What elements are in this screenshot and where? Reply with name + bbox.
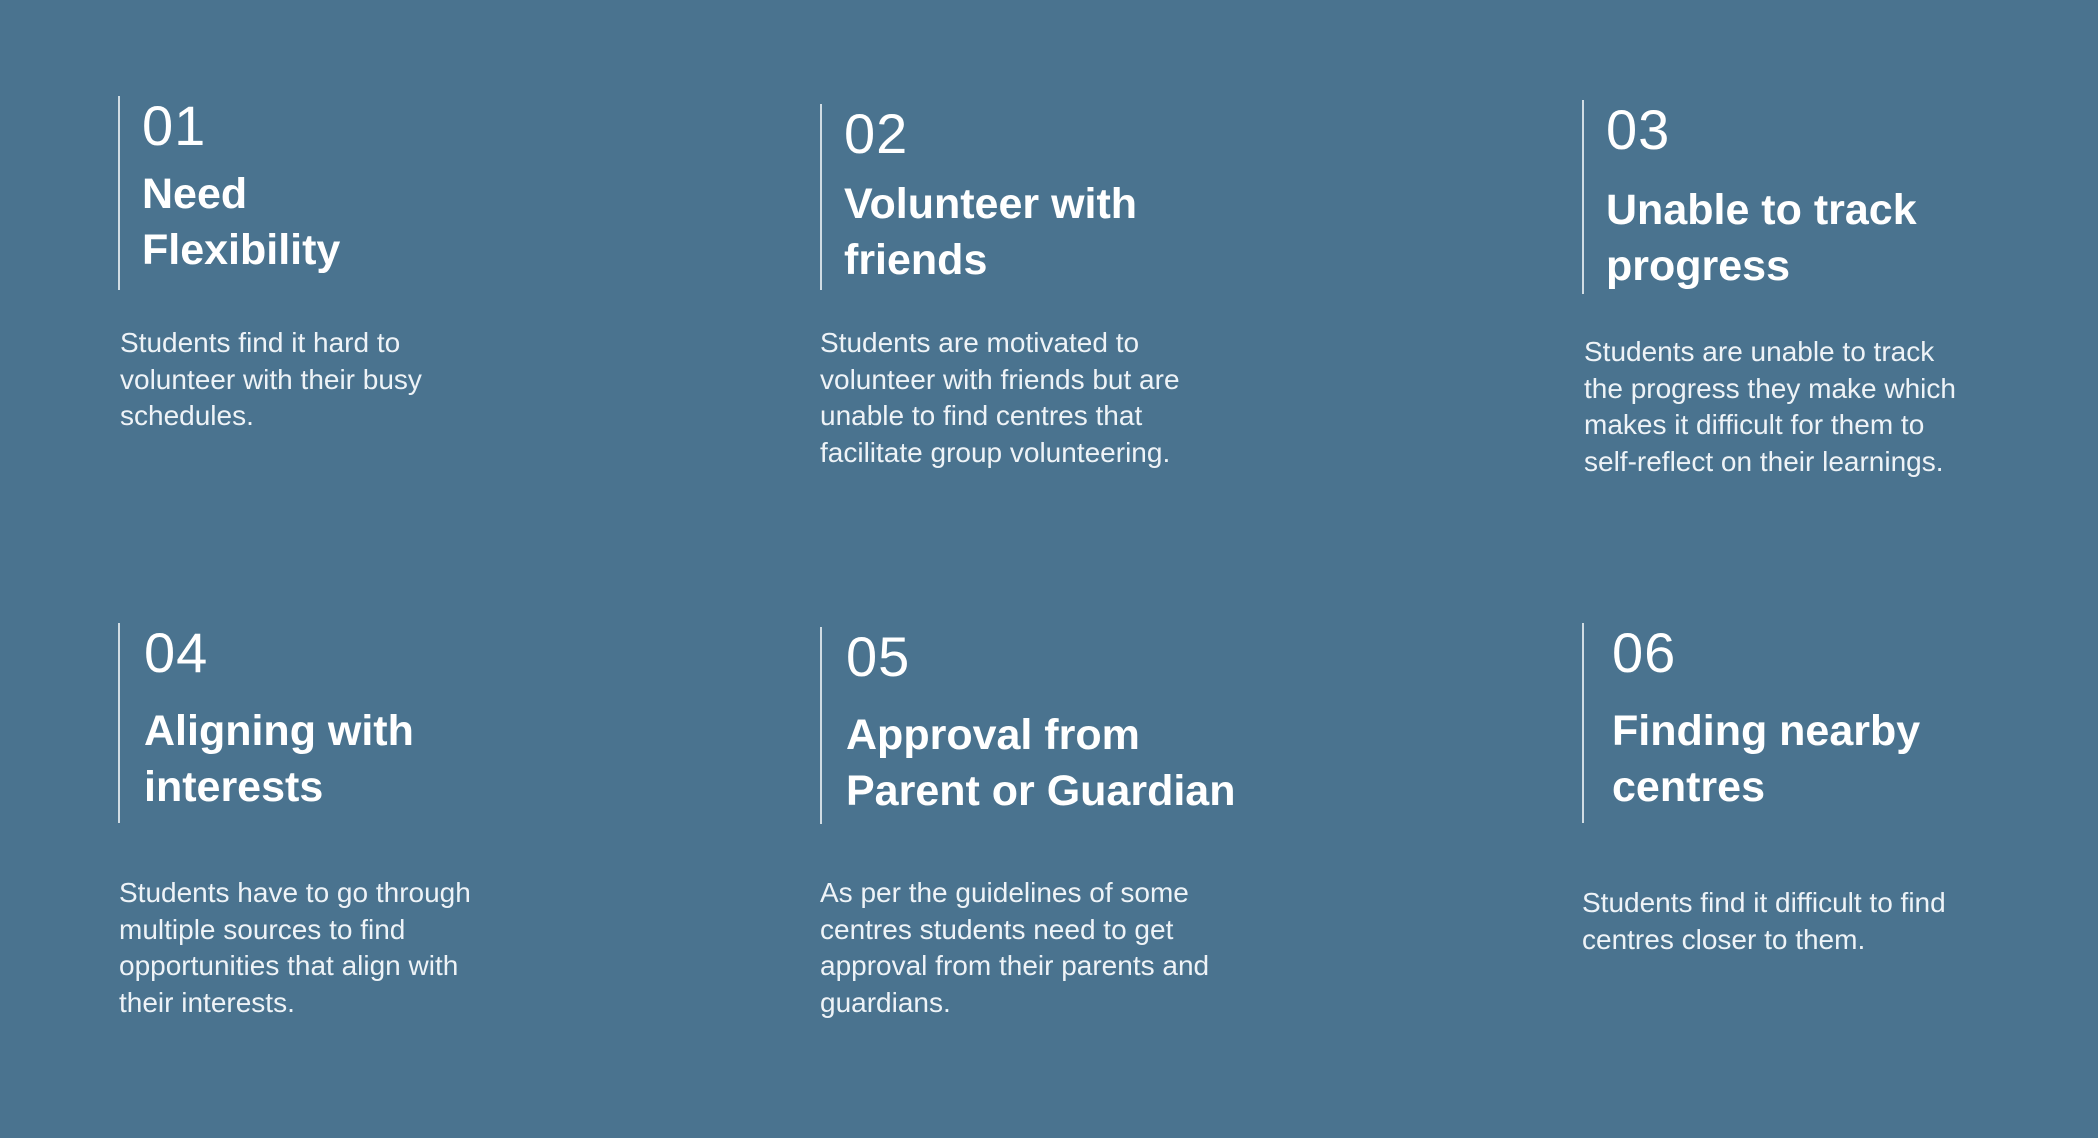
card-number: 06 (1612, 621, 1677, 684)
card-number: 02 (844, 102, 909, 165)
card-header: 05 Approval from Parent or Guardian (820, 627, 1440, 824)
card-number: 04 (144, 621, 209, 684)
card-header: 04 Aligning with interests (118, 623, 738, 823)
card-description: Students are unable to track the progres… (1584, 336, 1956, 477)
card-need-flexibility: 01 Need Flexibility Students find it har… (118, 96, 738, 431)
card-title: Approval from Parent or Guardian (846, 711, 1236, 815)
card-title: Aligning with interests (144, 707, 414, 811)
card-aligning-with-interests: 04 Aligning with interests Students have… (118, 623, 738, 1018)
card-finding-nearby-centres: 06 Finding nearby centres Students find … (1582, 623, 2098, 955)
card-header: 03 Unable to track progress (1582, 100, 2098, 294)
card-description: As per the guidelines of some centres st… (820, 877, 1210, 1018)
card-unable-to-track-progress: 03 Unable to track progress Students are… (1582, 100, 2098, 477)
card-title: Need Flexibility (142, 170, 341, 274)
card-description: Students find it hard to volunteer with … (120, 327, 422, 431)
card-approval-from-parent: 05 Approval from Parent or Guardian As p… (820, 627, 1440, 1018)
card-header: 01 Need Flexibility (118, 96, 738, 290)
card-title: Unable to track progress (1606, 186, 1917, 290)
card-number: 01 (142, 94, 207, 157)
card-title: Finding nearby centres (1612, 707, 1921, 811)
card-description: Students have to go through multiple sou… (119, 877, 471, 1018)
card-number: 03 (1606, 98, 1671, 161)
card-title: Volunteer with friends (844, 180, 1138, 284)
card-description: Students are motivated to volunteer with… (820, 327, 1180, 468)
card-number: 05 (846, 625, 911, 688)
card-header: 06 Finding nearby centres (1582, 623, 2098, 823)
card-description: Students find it difficult to find centr… (1582, 887, 1946, 955)
card-volunteer-with-friends: 02 Volunteer with friends Students are m… (820, 104, 1440, 468)
card-header: 02 Volunteer with friends (820, 104, 1440, 290)
